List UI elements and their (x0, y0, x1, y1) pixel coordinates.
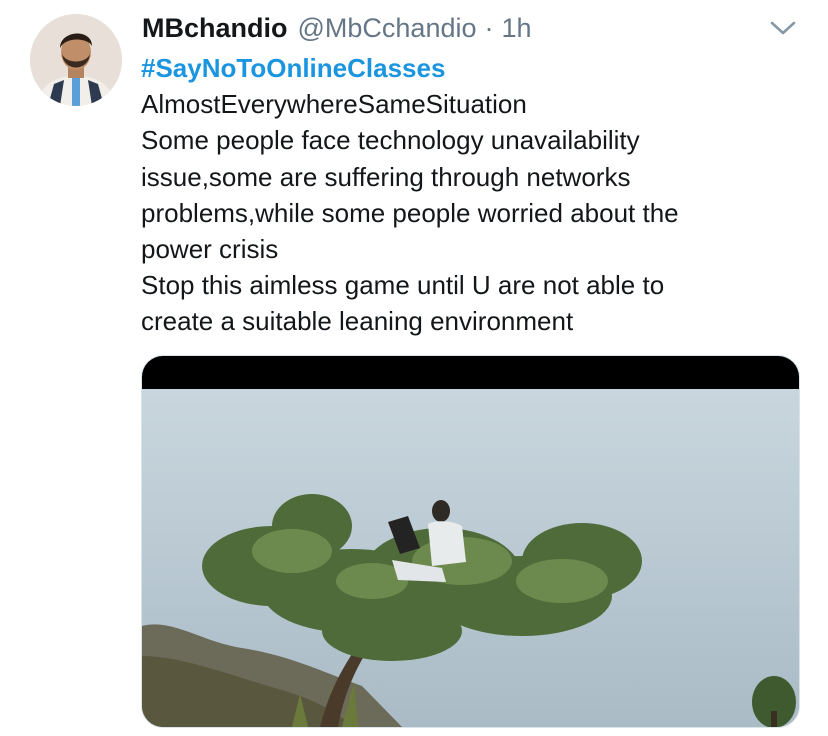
tweet-line: issue,some are suffering through network… (141, 161, 631, 192)
avatar[interactable] (30, 14, 122, 106)
tweet-line: AlmostEverywhereSameSituation (141, 89, 527, 120)
tweet-line: Some people face technology unavailabili… (141, 125, 640, 156)
tweet-line: create a suitable leaning environment (141, 306, 574, 337)
tweet-media-image[interactable] (141, 355, 800, 728)
tweet-line: problems,while some people worried about… (141, 197, 679, 228)
tweet-line: Stop this aimless game until U are not a… (141, 270, 665, 301)
user-handle[interactable]: @MbCchandio (298, 13, 477, 44)
timestamp[interactable]: 1h (502, 13, 532, 44)
tweet-text: #SayNoToOnlineClasses AlmostEverywhereSa… (141, 50, 801, 340)
hashtag-link[interactable]: #SayNoToOnlineClasses (141, 50, 801, 86)
display-name[interactable]: MBchandio (142, 13, 288, 44)
tweet: MBchandio @MbCchandio · 1h #SayNoToOnlin… (0, 0, 828, 736)
separator-dot: · (484, 12, 494, 43)
tweet-line: power crisis (141, 234, 279, 265)
tweet-header: MBchandio @MbCchandio · 1h (142, 8, 532, 48)
chevron-down-icon[interactable] (769, 17, 797, 39)
